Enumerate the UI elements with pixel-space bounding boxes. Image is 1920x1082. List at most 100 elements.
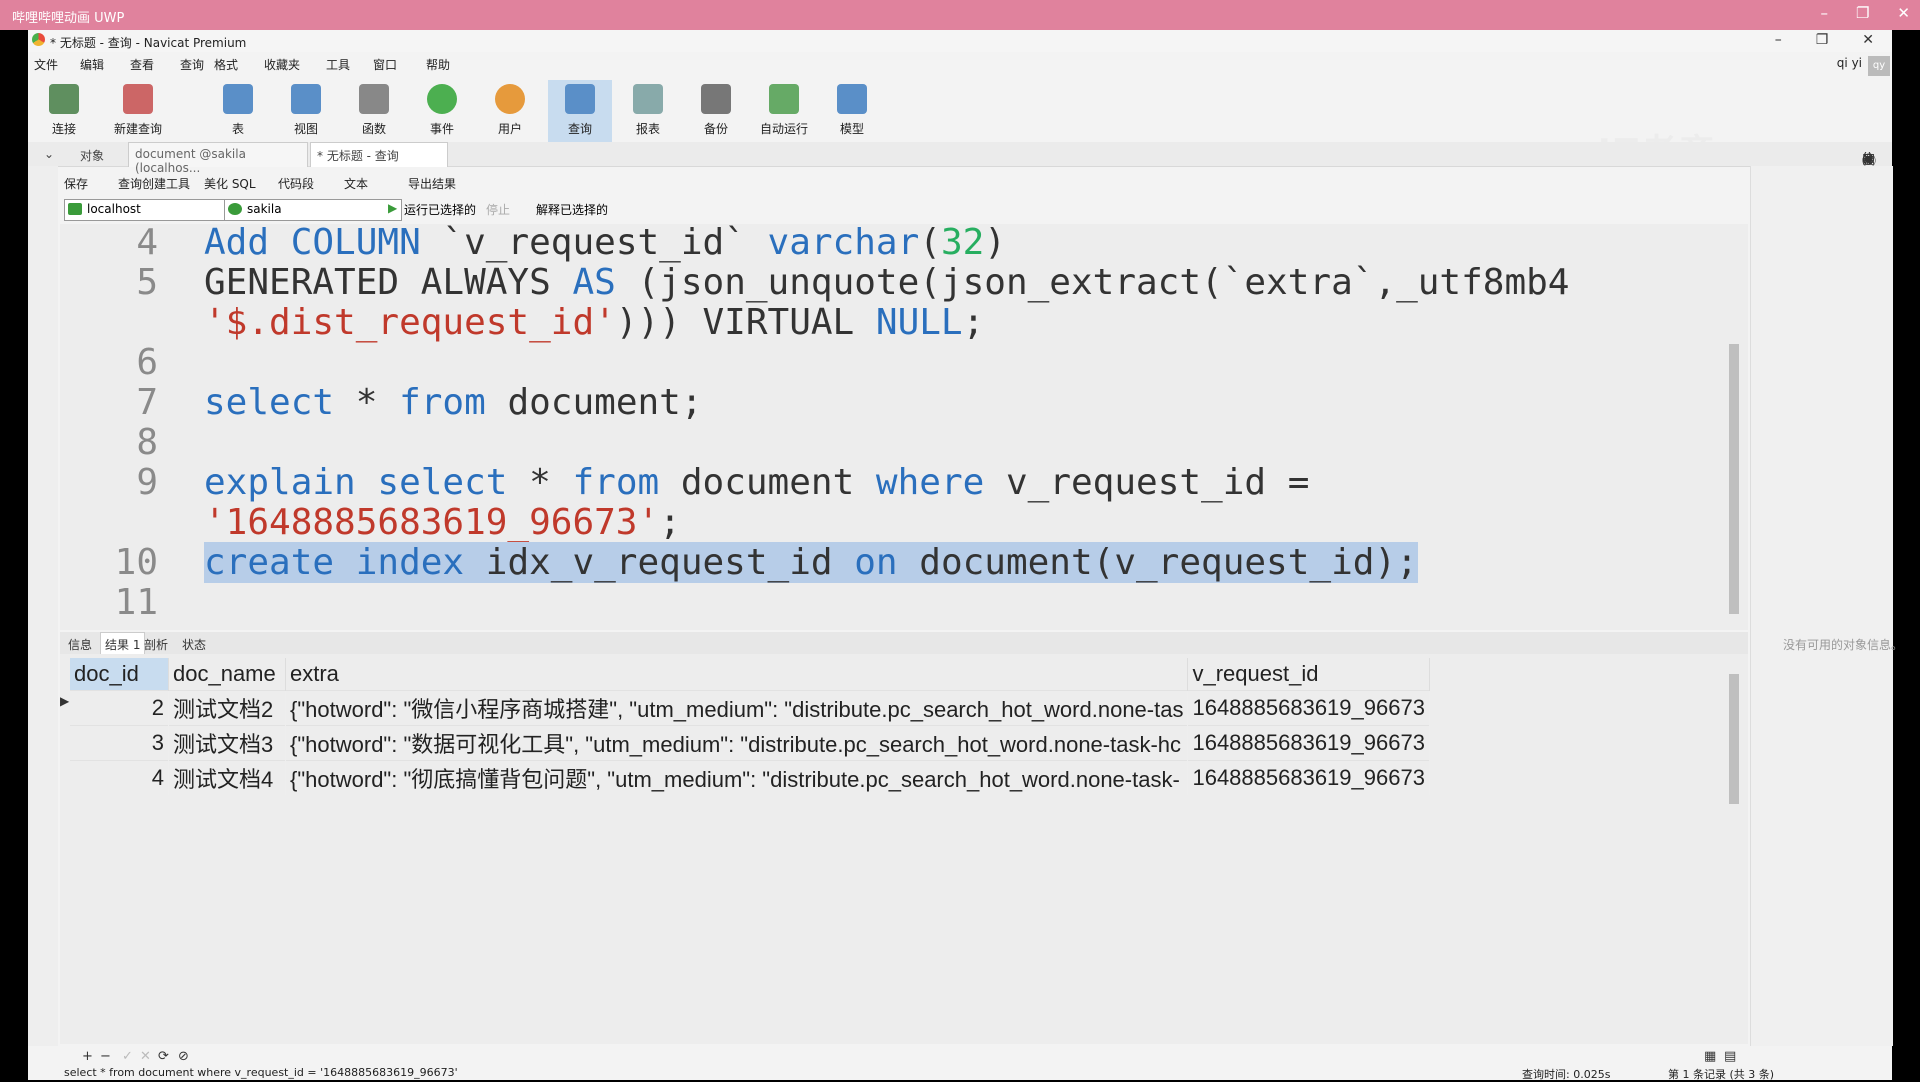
server-select[interactable]: localhost [64,198,242,221]
cell[interactable]: 3 [70,725,169,761]
database-select[interactable]: sakila [224,198,402,221]
col-header[interactable]: doc_id [70,658,169,691]
menu-help[interactable]: 帮助 [426,56,450,73]
restore-icon[interactable]: ❐ [1816,32,1829,48]
beautify-sql-button[interactable]: 美化 SQL [204,175,256,192]
stop-button[interactable]: 停止 [486,201,510,218]
collapse-icon[interactable]: ⌄ [44,147,54,161]
discard-icon[interactable]: ✕ [140,1049,151,1064]
minimize-icon[interactable]: – [1775,32,1782,48]
form-view-icon[interactable]: ▤ [1724,1049,1736,1064]
avatar[interactable]: qy [1868,56,1890,76]
uwp-title: 哔哩哔哩动画 UWP [12,11,125,26]
window-title: * 无标题 - 查询 - Navicat Premium [50,36,247,50]
query-builder-button[interactable]: 查询创建工具 [118,175,190,192]
cell[interactable]: 测试文档3 [168,725,286,761]
menu-edit[interactable]: 编辑 [80,56,104,73]
grid-toolbar: + − ✓ ✕ ⟳ ⊘ ▦ ▤ [60,1046,1748,1068]
tab-info[interactable]: 信息 [68,636,92,653]
table-row[interactable]: 2 测试文档2 {"hotword": "微信小程序商城搭建", "utm_me… [70,690,1430,726]
results-scrollbar[interactable] [1727,654,1741,1044]
export-results-button[interactable]: 导出结果 [408,175,456,192]
results-grid[interactable]: ▶ doc_id doc_name extra v_request_id 2 测… [60,654,1748,1044]
col-header[interactable]: v_request_id [1187,658,1430,691]
cell[interactable]: 2 [70,690,169,726]
table-row[interactable]: 4 测试文档4 {"hotword": "彻底搞懂背包问题", "utm_med… [70,760,1430,795]
tab-query[interactable]: * 无标题 - 查询 [310,142,448,167]
cell[interactable]: 1648885683619_96673 [1187,760,1430,795]
delete-row-icon[interactable]: − [100,1049,111,1064]
cell[interactable]: {"hotword": "数据可视化工具", "utm_medium": "di… [285,725,1189,761]
line-number: 9 [136,462,158,503]
cell[interactable]: 测试文档2 [168,690,286,726]
text-button[interactable]: 文本 [344,175,368,192]
cell[interactable]: 1648885683619_96673 [1187,725,1430,761]
cell[interactable]: 4 [70,760,169,795]
query-icon [565,84,595,114]
menu-window[interactable]: 窗口 [373,56,397,73]
run-selected-button[interactable]: 运行已选择的 [404,201,476,218]
line-number: 11 [114,582,158,623]
user-name[interactable]: qi yi [1837,56,1862,70]
menu-tools[interactable]: 工具 [326,56,350,73]
cell[interactable]: {"hotword": "彻底搞懂背包问题", "utm_medium": "d… [285,760,1189,795]
stop-icon[interactable]: ⊘ [178,1049,189,1064]
menu-view[interactable]: 查看 [130,56,154,73]
sql-editor[interactable]: 4 Add COLUMN `v_request_id` varchar(32) … [60,224,1748,630]
server-icon [68,203,82,215]
code-snippet-button[interactable]: 代码段 [278,175,314,192]
settings-icon[interactable]: ◎ [1862,151,1874,167]
cell[interactable]: 测试文档4 [168,760,286,795]
menu-format[interactable]: 格式 [214,56,238,73]
close-icon[interactable]: ✕ [1862,32,1874,48]
run-icon[interactable]: ▶ [388,201,397,215]
editor-scrollbar[interactable] [1727,224,1741,630]
uwp-minimize-icon[interactable]: – [1820,4,1828,22]
refresh-icon[interactable]: ⟳ [158,1049,169,1064]
connect-button[interactable]: 连接 [32,80,96,142]
model-button[interactable]: 模型 [820,80,884,142]
query-button[interactable]: 查询 [548,80,612,142]
tab-result-1[interactable]: 结果 1 [100,632,146,656]
line-number: 7 [136,382,158,423]
explain-selected-button[interactable]: 解释已选择的 [536,201,608,218]
tab-objects[interactable]: 对象 [80,147,104,164]
add-row-icon[interactable]: + [82,1049,93,1064]
table-button[interactable]: 表 [206,80,270,142]
automation-icon [769,84,799,114]
line-number: 4 [136,224,158,263]
apply-icon[interactable]: ✓ [122,1049,133,1064]
menu-bar: 文件 编辑 查看 查询 格式 收藏夹 工具 窗口 帮助 qi yi qy [28,52,1892,76]
save-button[interactable]: 保存 [64,175,88,192]
function-button[interactable]: 函数 [342,80,406,142]
menu-query[interactable]: 查询 [180,56,204,73]
automation-button[interactable]: 自动运行 [752,80,816,142]
query-toolbar: 保存 查询创建工具 美化 SQL 代码段 文本 导出结果 [28,170,1748,196]
line-number: 10 [114,542,158,583]
model-icon [837,84,867,114]
backup-button[interactable]: 备份 [684,80,748,142]
event-button[interactable]: 事件 [410,80,474,142]
tab-profile[interactable]: 剖析 [144,636,168,653]
tab-document[interactable]: document @sakila (localhos... [128,142,308,175]
menu-favorites[interactable]: 收藏夹 [264,56,300,73]
view-button[interactable]: 视图 [274,80,338,142]
uwp-restore-icon[interactable]: ❐ [1856,4,1869,22]
menu-file[interactable]: 文件 [34,56,58,73]
grid-view-icon[interactable]: ▦ [1704,1049,1716,1064]
col-header[interactable]: doc_name [168,658,286,691]
new-query-button[interactable]: 新建查询 [106,80,170,142]
connection-bar: localhost sakila ▶ 运行已选择的 停止 解释已选择的 [28,196,1748,224]
status-bar: select * from document where v_request_i… [28,1066,1892,1081]
tab-bar: ⌄ 对象 document @sakila (localhos... * 无标题… [28,142,1892,175]
user-icon [495,84,525,114]
table-row[interactable]: 3 测试文档3 {"hotword": "数据可视化工具", "utm_medi… [70,725,1430,761]
tab-status[interactable]: 状态 [182,636,206,653]
user-button[interactable]: 用户 [478,80,542,142]
uwp-close-icon[interactable]: ✕ [1897,4,1910,22]
cell[interactable]: {"hotword": "微信小程序商城搭建", "utm_medium": "… [285,690,1189,726]
table-icon [223,84,253,114]
report-button[interactable]: 报表 [616,80,680,142]
cell[interactable]: 1648885683619_96673 [1187,690,1430,726]
col-header[interactable]: extra [285,658,1189,691]
